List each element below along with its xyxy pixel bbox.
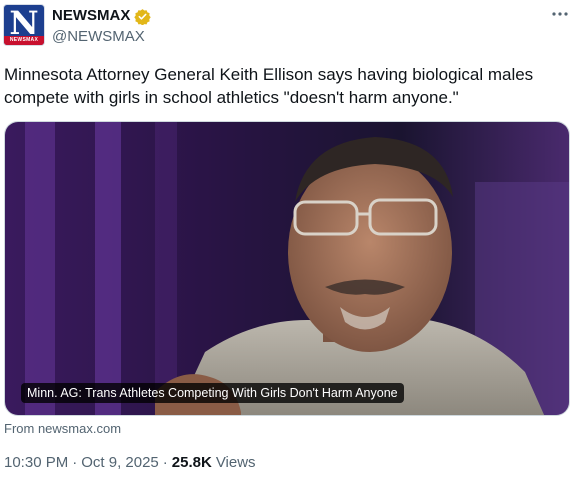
tweet-time[interactable]: 10:30 PM: [4, 454, 68, 471]
author-name-row: NEWSMAX: [52, 6, 152, 26]
tweet-meta: 10:30 PM · Oct 9, 2025 · 25.8K Views: [4, 454, 256, 471]
meta-separator: ·: [72, 454, 78, 471]
tweet-date[interactable]: Oct 9, 2025: [81, 454, 159, 471]
link-card-image[interactable]: Minn. AG: Trans Athletes Competing With …: [4, 121, 570, 416]
tweet-text: Minnesota Attorney General Keith Ellison…: [4, 65, 534, 107]
news-photo: [5, 122, 569, 415]
author-handle[interactable]: @NEWSMAX: [52, 28, 145, 46]
avatar-caption: NEWSMAX: [4, 36, 44, 45]
more-icon[interactable]: [548, 6, 572, 26]
avatar-letter: N: [9, 4, 39, 42]
tweet[interactable]: N NEWSMAX NEWSMAX @NEWSMAX Minnesota Att…: [0, 0, 587, 480]
meta-separator-2: ·: [162, 454, 168, 471]
verified-badge-icon[interactable]: [134, 8, 152, 25]
card-source[interactable]: From newsmax.com: [4, 421, 121, 436]
avatar[interactable]: N NEWSMAX: [3, 4, 45, 46]
display-name[interactable]: NEWSMAX: [52, 6, 130, 26]
views-count[interactable]: 25.8K: [172, 454, 212, 471]
card-headline[interactable]: Minn. AG: Trans Athletes Competing With …: [21, 383, 404, 403]
views-label: Views: [215, 454, 256, 471]
